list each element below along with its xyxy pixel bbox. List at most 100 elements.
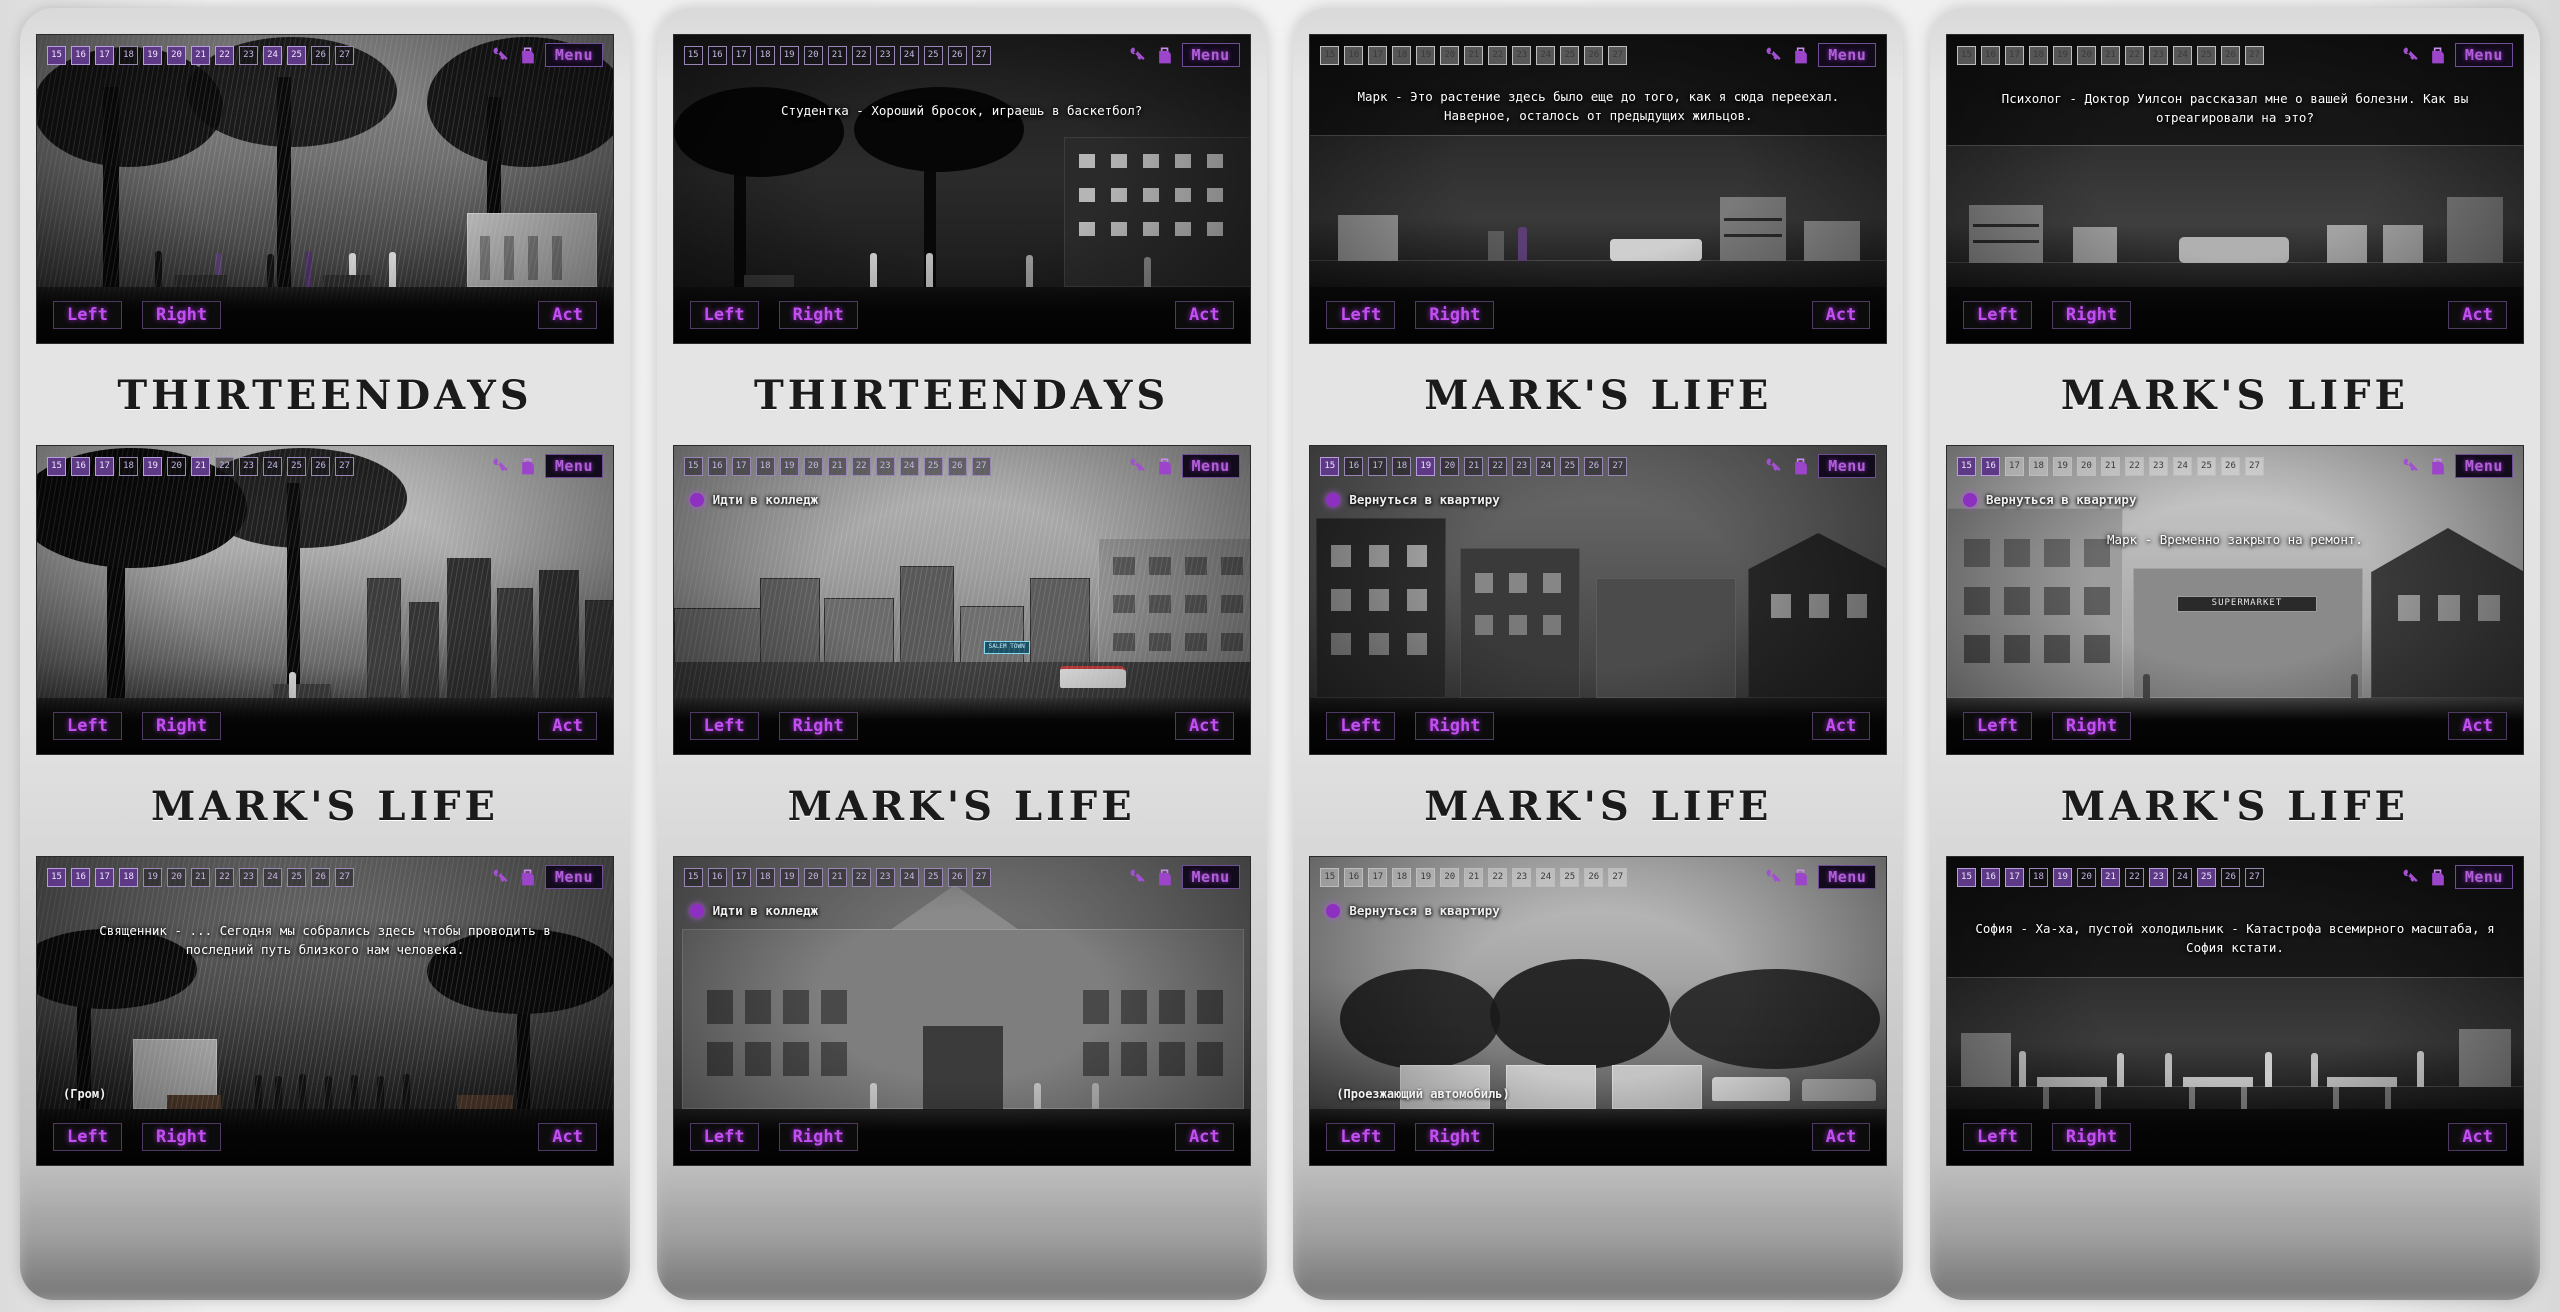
- day-cell[interactable]: 15: [1320, 456, 1340, 476]
- day-cell[interactable]: 15: [1320, 867, 1340, 887]
- day-cell[interactable]: 16: [71, 456, 90, 476]
- day-cell[interactable]: 24: [263, 456, 282, 476]
- act-button[interactable]: Act: [1811, 712, 1871, 740]
- day-cell[interactable]: 20: [803, 45, 823, 65]
- day-cell[interactable]: 19: [143, 867, 162, 887]
- act-button[interactable]: Act: [1174, 712, 1234, 740]
- day-cell[interactable]: 26: [947, 867, 967, 887]
- game-screen-p2-s2[interactable]: SALEM TOWN Идти в колледж 15 16 17 18 19…: [672, 445, 1251, 755]
- day-cell[interactable]: 24: [2172, 456, 2192, 476]
- day-cell[interactable]: 17: [1368, 456, 1388, 476]
- day-cell[interactable]: 21: [827, 456, 847, 476]
- right-button[interactable]: Right: [2051, 712, 2132, 740]
- menu-button[interactable]: Menu: [1181, 454, 1240, 478]
- right-button[interactable]: Right: [778, 712, 858, 740]
- day-cell[interactable]: 27: [971, 45, 991, 65]
- day-cell[interactable]: 18: [119, 456, 138, 476]
- day-cell[interactable]: 25: [923, 867, 943, 887]
- right-button[interactable]: Right: [141, 1123, 222, 1151]
- day-cell[interactable]: 27: [2244, 456, 2264, 476]
- day-cell[interactable]: 22: [215, 45, 234, 65]
- day-cell[interactable]: 25: [923, 45, 943, 65]
- left-button[interactable]: Left: [1326, 1123, 1396, 1151]
- day-cell[interactable]: 24: [899, 456, 919, 476]
- day-cell[interactable]: 23: [2148, 867, 2168, 887]
- day-cell[interactable]: 20: [1440, 45, 1460, 65]
- day-cell[interactable]: 23: [2148, 45, 2168, 65]
- right-button[interactable]: Right: [1415, 1123, 1495, 1151]
- bag-icon[interactable]: [518, 456, 538, 476]
- day-counter[interactable]: 15 16 17 18 19 20 21 22 23 24 25 26 27: [47, 456, 354, 476]
- game-screen-p1-s2[interactable]: 15 16 17 18 19 20 21 22 23 24 25 26 27 M…: [36, 445, 614, 755]
- day-counter[interactable]: 15 16 17 18 19 20 21 22 23 24 25 26 27: [1320, 45, 1628, 65]
- day-cell[interactable]: 15: [683, 867, 703, 887]
- day-cell[interactable]: 19: [2052, 456, 2072, 476]
- day-counter[interactable]: 15 16 17 18 19 20 21 22 23 24 25 26 27: [683, 45, 991, 65]
- day-cell[interactable]: 17: [95, 867, 114, 887]
- day-cell[interactable]: 24: [899, 867, 919, 887]
- day-cell[interactable]: 23: [239, 456, 258, 476]
- bag-icon[interactable]: [518, 867, 538, 887]
- menu-button[interactable]: Menu: [2454, 43, 2513, 67]
- day-cell[interactable]: 18: [119, 45, 138, 65]
- right-button[interactable]: Right: [1415, 301, 1495, 329]
- game-screen-p1-s3[interactable]: Священник - ... Сегодня мы собрались зде…: [36, 856, 614, 1166]
- day-cell[interactable]: 19: [1416, 456, 1436, 476]
- key-icon[interactable]: [491, 867, 511, 887]
- menu-button[interactable]: Menu: [544, 454, 603, 478]
- menu-button[interactable]: Menu: [2454, 865, 2513, 889]
- key-icon[interactable]: [491, 456, 511, 476]
- day-cell[interactable]: 26: [2220, 456, 2240, 476]
- day-cell[interactable]: 27: [2244, 867, 2264, 887]
- day-cell[interactable]: 25: [1560, 867, 1580, 887]
- day-cell[interactable]: 16: [1980, 456, 2000, 476]
- day-cell[interactable]: 26: [2220, 45, 2240, 65]
- right-button[interactable]: Right: [778, 301, 858, 329]
- day-cell[interactable]: 21: [191, 867, 210, 887]
- day-cell[interactable]: 16: [707, 867, 727, 887]
- day-cell[interactable]: 27: [335, 867, 354, 887]
- act-button[interactable]: Act: [1811, 1123, 1871, 1151]
- right-button[interactable]: Right: [141, 712, 222, 740]
- day-counter[interactable]: 15 16 17 18 19 20 21 22 23 24 25 26 27: [1956, 45, 2264, 65]
- day-cell[interactable]: 19: [2052, 45, 2072, 65]
- day-cell[interactable]: 22: [851, 867, 871, 887]
- day-cell[interactable]: 26: [947, 45, 967, 65]
- menu-button[interactable]: Menu: [1818, 454, 1877, 478]
- day-cell[interactable]: 26: [311, 45, 330, 65]
- day-cell[interactable]: 17: [2004, 867, 2024, 887]
- day-cell[interactable]: 25: [287, 456, 306, 476]
- day-cell[interactable]: 18: [1392, 867, 1412, 887]
- day-cell[interactable]: 18: [755, 45, 775, 65]
- day-cell[interactable]: 18: [1392, 456, 1412, 476]
- right-button[interactable]: Right: [778, 1123, 858, 1151]
- day-cell[interactable]: 23: [875, 45, 895, 65]
- day-cell[interactable]: 26: [2220, 867, 2240, 887]
- day-cell[interactable]: 17: [2004, 45, 2024, 65]
- act-button[interactable]: Act: [1174, 1123, 1234, 1151]
- key-icon[interactable]: [1128, 456, 1148, 476]
- left-button[interactable]: Left: [1962, 301, 2032, 329]
- day-cell[interactable]: 20: [1440, 456, 1460, 476]
- day-cell[interactable]: 27: [971, 456, 991, 476]
- day-cell[interactable]: 22: [2124, 45, 2144, 65]
- day-cell[interactable]: 22: [2124, 456, 2144, 476]
- day-cell[interactable]: 17: [1368, 45, 1388, 65]
- day-cell[interactable]: 25: [2196, 456, 2216, 476]
- day-cell[interactable]: 17: [731, 45, 751, 65]
- day-cell[interactable]: 16: [707, 45, 727, 65]
- game-screen-p3-s1[interactable]: Марк - Это растение здесь было еще до то…: [1309, 34, 1888, 344]
- left-button[interactable]: Left: [1962, 712, 2032, 740]
- day-cell[interactable]: 24: [1536, 45, 1556, 65]
- day-cell[interactable]: 25: [1560, 45, 1580, 65]
- key-icon[interactable]: [2401, 45, 2421, 65]
- day-cell[interactable]: 25: [2196, 867, 2216, 887]
- day-counter[interactable]: 15 16 17 18 19 20 21 22 23 24 25 26 27: [1956, 456, 2264, 476]
- day-cell[interactable]: 19: [779, 867, 799, 887]
- day-counter[interactable]: 15 16 17 18 19 20 21 22 23 24 25 26 27: [683, 867, 991, 887]
- day-cell[interactable]: 23: [239, 867, 258, 887]
- day-cell[interactable]: 15: [1320, 45, 1340, 65]
- day-cell[interactable]: 21: [2100, 456, 2120, 476]
- day-cell[interactable]: 26: [311, 867, 330, 887]
- day-cell[interactable]: 17: [1368, 867, 1388, 887]
